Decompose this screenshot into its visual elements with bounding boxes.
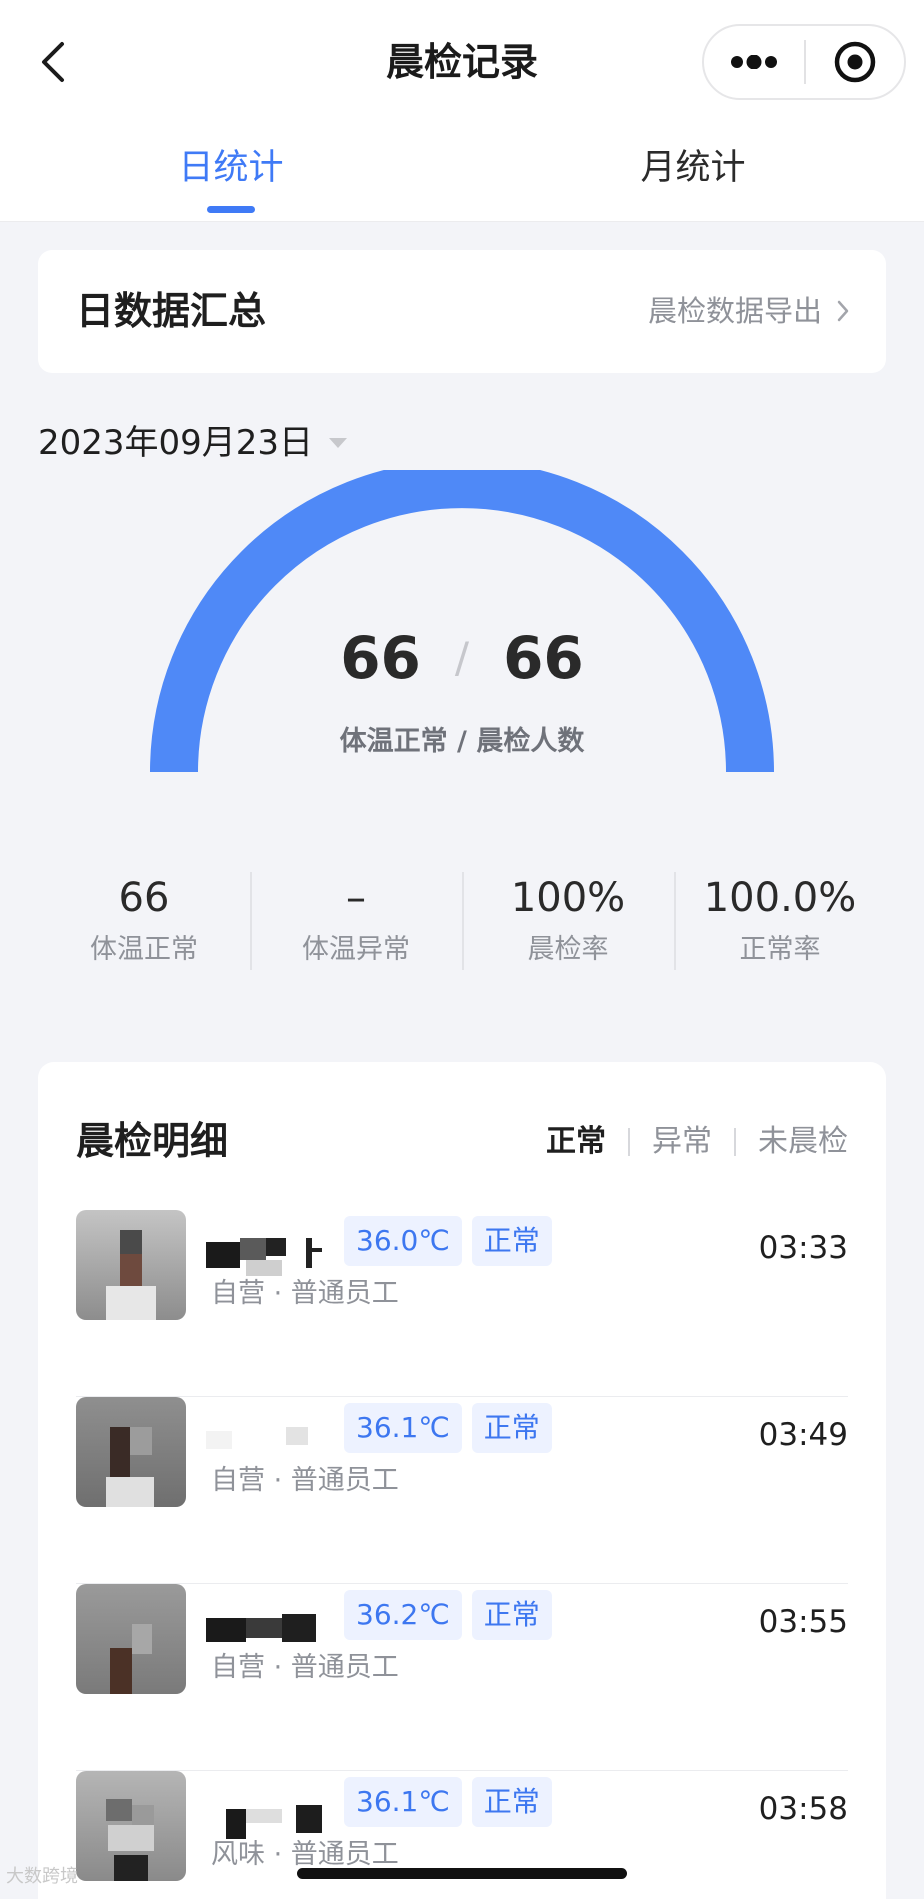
temperature-badge: 36.0℃ xyxy=(344,1216,462,1266)
avatar xyxy=(76,1584,186,1694)
gauge-values: 66 / 66 xyxy=(0,618,924,704)
target-close-icon xyxy=(834,41,876,83)
status-badge: 正常 xyxy=(471,1216,552,1266)
date-value: 2023年09月23日 xyxy=(38,423,314,463)
temperature-badge: 36.2℃ xyxy=(344,1590,462,1640)
filter-divider xyxy=(734,1128,736,1156)
stats-row: 66 体温正常 – 体温异常 100% 晨检率 100.0% 正常率 xyxy=(38,870,886,980)
stat-normal: 66 体温正常 xyxy=(38,870,250,980)
daily-summary-card: 日数据汇总 晨检数据导出 xyxy=(38,250,886,373)
record-time: 03:58 xyxy=(758,1791,848,1827)
status-badge: 正常 xyxy=(471,1590,552,1640)
record-time: 03:33 xyxy=(758,1230,848,1266)
filter-unchecked[interactable]: 未晨检 xyxy=(758,1120,848,1164)
temperature-badge: 36.1℃ xyxy=(344,1777,462,1827)
record-list: 36.0℃ 正常 自营 · 普通员工 03:33 36.1℃ 正常 自营 · 普… xyxy=(76,1210,848,1899)
filter-divider xyxy=(628,1128,630,1156)
record-row[interactable]: 36.1℃ 正常 风味 · 普通员工 03:58 xyxy=(76,1771,848,1899)
record-row[interactable]: 36.0℃ 正常 自营 · 普通员工 03:33 xyxy=(76,1210,848,1397)
filter-abnormal[interactable]: 异常 xyxy=(652,1120,712,1164)
gauge-caption: 体温正常 / 晨检人数 xyxy=(339,726,585,757)
home-indicator[interactable] xyxy=(297,1868,627,1879)
stats-tabs: 日统计 月统计 xyxy=(0,125,924,222)
avatar xyxy=(76,1397,186,1507)
record-badges: 36.1℃ 正常 xyxy=(344,1777,552,1827)
stat-value: 100% xyxy=(510,875,626,921)
nav-bar: 晨检记录 xyxy=(0,0,924,125)
stat-label: 晨检率 xyxy=(527,934,609,965)
record-time: 03:49 xyxy=(758,1417,848,1453)
gauge-separator: / xyxy=(454,633,470,682)
stat-value: – xyxy=(346,875,366,921)
stat-label: 体温正常 xyxy=(90,934,198,965)
record-meta: 自营 · 普通员工 xyxy=(211,1652,399,1683)
miniprogram-capsule xyxy=(702,24,906,100)
record-badges: 36.1℃ 正常 xyxy=(344,1403,552,1453)
temperature-badge: 36.1℃ xyxy=(344,1403,462,1453)
record-meta: 自营 · 普通员工 xyxy=(211,1465,399,1496)
summary-title: 日数据汇总 xyxy=(76,289,267,333)
status-badge: 正常 xyxy=(471,1403,552,1453)
stat-normal-rate: 100.0% 正常率 xyxy=(674,870,886,980)
detail-title: 晨检明细 xyxy=(76,1119,229,1163)
stat-value: 66 xyxy=(118,875,170,921)
tab-daily[interactable]: 日统计 xyxy=(101,143,361,193)
watermark: 大数跨境 xyxy=(6,1866,78,1887)
filter-normal[interactable]: 正常 xyxy=(546,1120,606,1164)
record-row[interactable]: 36.1℃ 正常 自营 · 普通员工 03:49 xyxy=(76,1397,848,1584)
export-data-link[interactable]: 晨检数据导出 xyxy=(648,290,850,332)
stat-label: 体温异常 xyxy=(302,934,410,965)
record-row[interactable]: 36.2℃ 正常 自营 · 普通员工 03:55 xyxy=(76,1584,848,1771)
stat-check-rate: 100% 晨检率 xyxy=(462,870,674,980)
avatar xyxy=(76,1771,186,1881)
stat-label: 正常率 xyxy=(739,934,821,965)
record-badges: 36.2℃ 正常 xyxy=(344,1590,552,1640)
chevron-right-icon xyxy=(837,300,849,322)
more-dots-icon xyxy=(731,55,777,69)
record-meta: 自营 · 普通员工 xyxy=(211,1278,399,1309)
record-time: 03:55 xyxy=(758,1604,848,1640)
avatar xyxy=(76,1210,186,1320)
check-detail-card: 晨检明细 正常 异常 未晨检 36.0℃ 正常 自营 · 普通员工 03:33 … xyxy=(38,1062,886,1899)
more-button[interactable] xyxy=(704,26,804,98)
close-button[interactable] xyxy=(806,26,904,98)
gauge-normal-count: 66 xyxy=(340,624,421,692)
stat-value: 100.0% xyxy=(703,875,857,921)
date-picker[interactable]: 2023年09月23日 xyxy=(38,418,349,468)
tab-monthly[interactable]: 月统计 xyxy=(563,143,823,193)
stat-abnormal: – 体温异常 xyxy=(250,870,462,980)
export-label: 晨检数据导出 xyxy=(647,294,822,328)
record-badges: 36.0℃ 正常 xyxy=(344,1216,552,1266)
status-filters: 正常 异常 未晨检 xyxy=(546,1120,848,1164)
gauge-total-count: 66 xyxy=(503,624,584,692)
tab-active-indicator xyxy=(207,206,255,213)
status-badge: 正常 xyxy=(471,1777,552,1827)
caret-down-icon xyxy=(329,438,348,448)
